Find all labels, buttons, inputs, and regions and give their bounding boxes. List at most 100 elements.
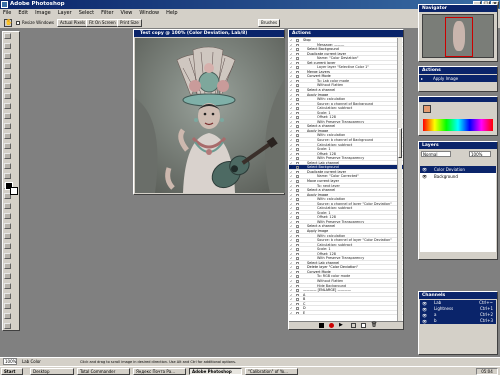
- tool-button[interactable]: [4, 323, 11, 329]
- navigator-title[interactable]: Navigator: [419, 5, 497, 12]
- dialog-toggle-icon[interactable]: [296, 275, 299, 279]
- dialog-toggle-icon[interactable]: [296, 289, 299, 292]
- dialog-toggle-icon[interactable]: [296, 143, 299, 147]
- color-title[interactable]: [419, 97, 497, 102]
- dialog-toggle-icon[interactable]: [296, 257, 299, 260]
- dialog-toggle-icon[interactable]: [296, 125, 299, 129]
- blend-mode-select[interactable]: Normal: [421, 151, 451, 157]
- tool-button[interactable]: [4, 63, 11, 69]
- new-set-icon[interactable]: [351, 323, 356, 328]
- dialog-toggle-icon[interactable]: [296, 148, 299, 151]
- dialog-toggle-icon[interactable]: [296, 66, 299, 69]
- dialog-toggle-icon[interactable]: [296, 152, 299, 156]
- dialog-toggle-icon[interactable]: [296, 239, 299, 242]
- dialog-toggle-icon[interactable]: [296, 70, 299, 74]
- tool-button[interactable]: [4, 153, 11, 159]
- tool-button[interactable]: [4, 163, 11, 169]
- dialog-toggle-icon[interactable]: [296, 279, 299, 283]
- eye-icon[interactable]: 👁: [422, 167, 427, 172]
- tool-button[interactable]: [4, 133, 11, 139]
- dialog-toggle-icon[interactable]: [296, 111, 299, 115]
- resize-windows-checkbox[interactable]: [16, 21, 20, 25]
- dialog-toggle-icon[interactable]: [296, 89, 299, 92]
- dialog-toggle-icon[interactable]: [296, 43, 299, 47]
- tool-button[interactable]: [4, 113, 11, 119]
- document-canvas[interactable]: [135, 38, 285, 193]
- tool-button[interactable]: [4, 213, 11, 219]
- tool-button[interactable]: [4, 303, 11, 309]
- dialog-toggle-icon[interactable]: [296, 139, 299, 142]
- actual-pixels-button[interactable]: Actual Pixels: [57, 19, 89, 27]
- dialog-toggle-icon[interactable]: [296, 107, 299, 110]
- channel-row[interactable]: 👁 b Ctrl+3: [420, 318, 496, 324]
- dialog-toggle-icon[interactable]: [296, 102, 299, 106]
- dialog-toggle-icon[interactable]: [296, 166, 299, 169]
- dialog-toggle-icon[interactable]: [296, 175, 299, 179]
- dialog-toggle-icon[interactable]: [296, 93, 299, 97]
- record-icon[interactable]: [329, 323, 334, 328]
- tool-button[interactable]: [4, 73, 11, 79]
- tool-button[interactable]: [4, 273, 11, 279]
- stop-icon[interactable]: [319, 323, 324, 328]
- opacity-field[interactable]: 100%: [469, 151, 491, 157]
- menu-filter[interactable]: Filter: [101, 10, 113, 16]
- layers-title[interactable]: Layers: [419, 142, 497, 149]
- dialog-toggle-icon[interactable]: [296, 207, 299, 210]
- menu-file[interactable]: File: [3, 10, 11, 16]
- eye-icon[interactable]: 👁: [422, 174, 427, 179]
- channels-title[interactable]: Channels: [419, 292, 497, 299]
- dialog-toggle-icon[interactable]: [296, 284, 299, 288]
- dialog-toggle-icon[interactable]: [296, 161, 299, 165]
- dialog-toggle-icon[interactable]: [296, 157, 299, 160]
- task-calibration[interactable]: "Calibration" of Yo...: [245, 368, 298, 375]
- layer-row-color-deviation[interactable]: 👁 Color Deviation: [420, 166, 496, 173]
- menu-select[interactable]: Select: [79, 10, 94, 16]
- menu-edit[interactable]: Edit: [18, 10, 28, 16]
- dialog-toggle-icon[interactable]: [296, 198, 299, 201]
- dialog-toggle-icon[interactable]: [296, 79, 299, 83]
- dialog-toggle-icon[interactable]: [296, 302, 299, 306]
- dialog-toggle-icon[interactable]: [296, 220, 299, 224]
- document-title[interactable]: Test copy @ 100% (Color Deviation, Lab/8…: [134, 30, 284, 37]
- history-title[interactable]: Actions: [419, 67, 497, 74]
- tool-button[interactable]: [4, 203, 11, 209]
- dialog-toggle-icon[interactable]: [296, 311, 299, 315]
- tool-button[interactable]: [4, 173, 11, 179]
- dialog-toggle-icon[interactable]: [296, 184, 299, 188]
- start-button[interactable]: Start: [1, 368, 23, 375]
- tool-button[interactable]: [4, 223, 11, 229]
- tool-button[interactable]: [4, 263, 11, 269]
- dialog-toggle-icon[interactable]: [296, 129, 299, 133]
- trash-icon[interactable]: 🗑: [371, 322, 377, 328]
- dialog-toggle-icon[interactable]: [296, 170, 299, 174]
- dialog-toggle-icon[interactable]: [296, 252, 299, 256]
- dialog-toggle-icon[interactable]: [296, 134, 299, 138]
- dialog-toggle-icon[interactable]: [296, 229, 299, 233]
- dialog-toggle-icon[interactable]: [296, 293, 299, 297]
- eye-icon[interactable]: 👁: [422, 319, 427, 324]
- tool-button[interactable]: [4, 283, 11, 289]
- actions-scrollbar[interactable]: [397, 38, 402, 323]
- fit-on-screen-button[interactable]: Fit On Screen: [86, 19, 119, 27]
- dialog-toggle-icon[interactable]: [296, 298, 299, 301]
- color-swatch[interactable]: [423, 105, 431, 113]
- tool-button[interactable]: [4, 103, 11, 109]
- tool-button[interactable]: [4, 233, 11, 239]
- zoom-field[interactable]: 100%: [3, 358, 17, 365]
- color-ramp[interactable]: [423, 119, 493, 131]
- action-row[interactable]: ✓ E: [289, 311, 403, 316]
- menu-help[interactable]: Help: [166, 10, 177, 16]
- navigator-thumbnail[interactable]: [422, 14, 494, 58]
- dialog-toggle-icon[interactable]: [296, 179, 299, 183]
- tool-button[interactable]: [4, 83, 11, 89]
- tool-button[interactable]: [4, 313, 11, 319]
- dialog-toggle-icon[interactable]: [296, 211, 299, 215]
- dialog-toggle-icon[interactable]: [296, 116, 299, 119]
- menu-view[interactable]: View: [121, 10, 133, 16]
- dialog-toggle-icon[interactable]: [296, 57, 299, 60]
- dialog-toggle-icon[interactable]: [296, 84, 299, 88]
- tool-button[interactable]: [4, 53, 11, 59]
- document-window[interactable]: Test copy @ 100% (Color Deviation, Lab/8…: [133, 29, 285, 195]
- task-total-commander[interactable]: Total Commander: [77, 368, 130, 375]
- task-yandex-mail[interactable]: Яндекс Почта Ра...: [133, 368, 186, 375]
